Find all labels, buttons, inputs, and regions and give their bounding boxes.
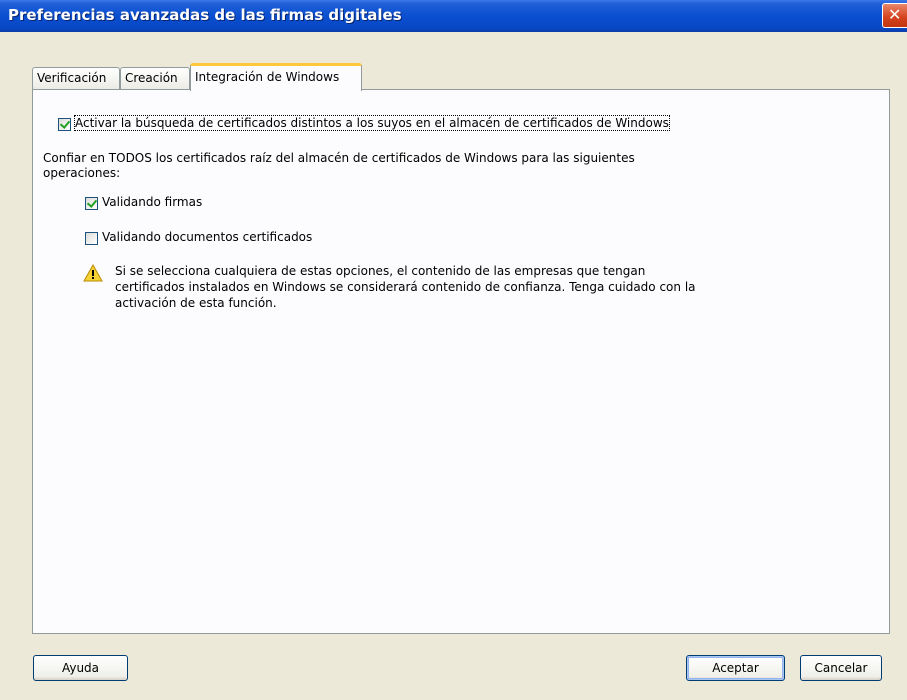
window-title: Preferencias avanzadas de las firmas dig… — [8, 6, 402, 24]
tab-creacion[interactable]: Creación — [120, 67, 190, 89]
warning-text-line3: activación de esta función. — [115, 296, 277, 310]
trust-description-line2: operaciones: — [43, 166, 121, 180]
close-icon: ✕ — [888, 5, 902, 24]
dialog-window: Preferencias avanzadas de las firmas dig… — [0, 0, 907, 700]
help-button[interactable]: Ayuda — [33, 655, 128, 681]
tab-panel: Activar la búsqueda de certificados dist… — [32, 89, 890, 634]
title-bar[interactable]: Preferencias avanzadas de las firmas dig… — [0, 0, 907, 32]
accept-button[interactable]: Aceptar — [686, 655, 785, 681]
validate-certified-docs-label[interactable]: Validando documentos certificados — [102, 230, 312, 244]
trust-description-line1: Confiar en TODOS los certificados raíz d… — [43, 151, 635, 165]
cancel-button[interactable]: Cancelar — [800, 655, 882, 681]
validate-signatures-label[interactable]: Validando firmas — [102, 195, 202, 209]
tab-verificacion[interactable]: Verificación — [32, 67, 120, 89]
warning-icon — [83, 264, 103, 282]
tab-integracion-windows[interactable]: Integración de Windows — [190, 63, 362, 91]
validate-certified-docs-checkbox[interactable] — [85, 232, 98, 245]
close-button[interactable]: ✕ — [882, 3, 907, 28]
warning-text-line1: Si se selecciona cualquiera de estas opc… — [115, 264, 646, 278]
enable-search-checkbox[interactable] — [58, 118, 71, 131]
warning-text-line2: certificados instalados en Windows se co… — [115, 280, 696, 294]
validate-signatures-checkbox[interactable] — [85, 197, 98, 210]
enable-search-label[interactable]: Activar la búsqueda de certificados dist… — [74, 115, 670, 131]
